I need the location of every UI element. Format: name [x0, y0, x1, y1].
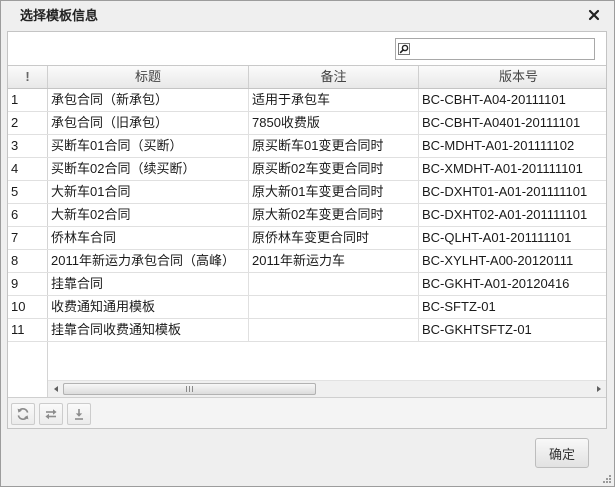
version-cell[interactable]: BC-GKHT-A01-20120416 [419, 273, 606, 295]
row-number-cell[interactable]: 3 [8, 135, 48, 157]
version-cell[interactable]: BC-CBHT-A0401-20111101 [419, 112, 606, 134]
row-number-cell[interactable]: 6 [8, 204, 48, 226]
version-cell[interactable]: BC-XMDHT-A01-201111101 [419, 158, 606, 180]
scrollbar-track[interactable] [63, 381, 591, 397]
version-cell[interactable]: BC-DXHT01-A01-201111101 [419, 181, 606, 203]
note-cell[interactable]: 原侨林车变更合同时 [249, 227, 419, 249]
template-select-dialog: 选择模板信息 ! 标题 备注 版本号 1 承包合同（新承包） 适用于承包车 BC… [0, 0, 615, 487]
search-box[interactable] [395, 38, 595, 60]
title-cell[interactable]: 收费通知通用模板 [48, 296, 249, 318]
note-cell[interactable]: 原买断车01变更合同时 [249, 135, 419, 157]
resize-grip-icon[interactable] [600, 472, 612, 484]
table-row[interactable]: 1 承包合同（新承包） 适用于承包车 BC-CBHT-A04-20111101 [8, 89, 606, 112]
table-row[interactable]: 6 大新车02合同 原大新02车变更合同时 BC-DXHT02-A01-2011… [8, 204, 606, 227]
table-row[interactable]: 3 买断车01合同（买断） 原买断车01变更合同时 BC-MDHT-A01-20… [8, 135, 606, 158]
row-number-cell[interactable]: 4 [8, 158, 48, 180]
title-cell[interactable]: 挂靠合同收费通知模板 [48, 319, 249, 341]
dialog-titlebar[interactable]: 选择模板信息 [0, 0, 615, 31]
note-cell[interactable]: 原大新02车变更合同时 [249, 204, 419, 226]
grid-header: ! 标题 备注 版本号 [8, 66, 606, 89]
title-cell[interactable]: 买断车02合同（续买断） [48, 158, 249, 180]
confirm-button[interactable]: 确定 [535, 438, 589, 468]
note-cell[interactable]: 原买断02车变更合同时 [249, 158, 419, 180]
scroll-left-icon[interactable] [48, 381, 63, 397]
swap-icon [45, 409, 57, 420]
table-row[interactable]: 5 大新车01合同 原大新01车变更合同时 BC-DXHT01-A01-2011… [8, 181, 606, 204]
title-cell[interactable]: 大新车02合同 [48, 204, 249, 226]
dialog-title: 选择模板信息 [20, 8, 99, 23]
row-number-cell[interactable]: 9 [8, 273, 48, 295]
table-row[interactable]: 7 侨林车合同 原侨林车变更合同时 BC-QLHT-A01-201111101 [8, 227, 606, 250]
search-icon[interactable] [398, 43, 410, 55]
close-icon[interactable] [588, 9, 600, 21]
note-cell[interactable]: 2011年新运力车 [249, 250, 419, 272]
download-icon [75, 409, 83, 420]
row-number-cell[interactable]: 5 [8, 181, 48, 203]
horizontal-scrollbar[interactable] [48, 380, 606, 397]
table-row[interactable]: 9 挂靠合同 BC-GKHT-A01-20120416 [8, 273, 606, 296]
table-row[interactable]: 10 收费通知通用模板 BC-SFTZ-01 [8, 296, 606, 319]
version-cell[interactable]: BC-XYLHT-A00-20120111 [419, 250, 606, 272]
note-cell[interactable] [249, 273, 419, 295]
table-row[interactable]: 8 2011年新运力承包合同（高峰） 2011年新运力车 BC-XYLHT-A0… [8, 250, 606, 273]
version-cell[interactable]: BC-MDHT-A01-201111102 [419, 135, 606, 157]
note-cell[interactable]: 原大新01车变更合同时 [249, 181, 419, 203]
title-cell[interactable]: 买断车01合同（买断） [48, 135, 249, 157]
frozen-column-filler [8, 342, 48, 397]
column-header-note[interactable]: 备注 [249, 66, 419, 88]
column-header-version[interactable]: 版本号 [419, 66, 606, 88]
note-cell[interactable]: 适用于承包车 [249, 89, 419, 111]
grip-icon [186, 386, 194, 392]
title-cell[interactable]: 承包合同（新承包） [48, 89, 249, 111]
title-cell[interactable]: 2011年新运力承包合同（高峰） [48, 250, 249, 272]
title-cell[interactable]: 挂靠合同 [48, 273, 249, 295]
title-cell[interactable]: 承包合同（旧承包） [48, 112, 249, 134]
grid-panel: ! 标题 备注 版本号 1 承包合同（新承包） 适用于承包车 BC-CBHT-A… [7, 31, 607, 429]
row-number-cell[interactable]: 7 [8, 227, 48, 249]
row-number-cell[interactable]: 11 [8, 319, 48, 341]
version-cell[interactable]: BC-DXHT02-A01-201111101 [419, 204, 606, 226]
grid-bottom-toolbar [8, 397, 606, 428]
grid-search-bar [8, 32, 606, 66]
version-cell[interactable]: BC-SFTZ-01 [419, 296, 606, 318]
row-number-cell[interactable]: 1 [8, 89, 48, 111]
template-grid: ! 标题 备注 版本号 1 承包合同（新承包） 适用于承包车 BC-CBHT-A… [8, 66, 606, 380]
table-row[interactable]: 2 承包合同（旧承包） 7850收费版 BC-CBHT-A0401-201111… [8, 112, 606, 135]
title-cell[interactable]: 大新车01合同 [48, 181, 249, 203]
scrollbar-thumb[interactable] [63, 383, 317, 395]
note-cell[interactable] [249, 319, 419, 341]
title-cell[interactable]: 侨林车合同 [48, 227, 249, 249]
note-cell[interactable]: 7850收费版 [249, 112, 419, 134]
search-input[interactable] [412, 39, 594, 59]
table-row[interactable]: 11 挂靠合同收费通知模板 BC-GKHTSFTZ-01 [8, 319, 606, 342]
row-number-cell[interactable]: 10 [8, 296, 48, 318]
refresh-button[interactable] [11, 403, 35, 425]
column-header-row-number[interactable]: ! [8, 66, 48, 88]
version-cell[interactable]: BC-GKHTSFTZ-01 [419, 319, 606, 341]
row-number-cell[interactable]: 8 [8, 250, 48, 272]
column-header-title[interactable]: 标题 [48, 66, 249, 88]
row-number-cell[interactable]: 2 [8, 112, 48, 134]
table-row[interactable]: 4 买断车02合同（续买断） 原买断02车变更合同时 BC-XMDHT-A01-… [8, 158, 606, 181]
version-cell[interactable]: BC-QLHT-A01-201111101 [419, 227, 606, 249]
swap-button[interactable] [39, 403, 63, 425]
scroll-right-icon[interactable] [591, 381, 606, 397]
version-cell[interactable]: BC-CBHT-A04-20111101 [419, 89, 606, 111]
download-button[interactable] [67, 403, 91, 425]
note-cell[interactable] [249, 296, 419, 318]
refresh-icon [17, 408, 29, 420]
